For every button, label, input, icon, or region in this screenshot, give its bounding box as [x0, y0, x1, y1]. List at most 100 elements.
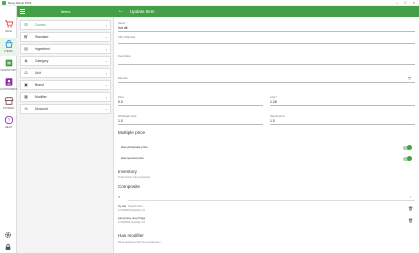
- list-item-label: Discount: [35, 107, 48, 111]
- cart-icon: [4, 20, 13, 28]
- composite-item-detail: 0.7000000 Quantity 2.0: [118, 209, 145, 212]
- wholesale-toggle-label: Has wholesale price: [121, 145, 148, 149]
- price-field[interactable]: Price 0.0: [118, 96, 263, 106]
- list-item-brand[interactable]: ▣ Brand ›: [20, 80, 111, 90]
- wholesale-price-field[interactable]: Wholesale price 1.0: [118, 115, 263, 125]
- composite-item-detail: 0.7000000 Quantity 2.0: [118, 221, 145, 224]
- list-item-standard[interactable]: 🛒︎ Standard ›: [20, 32, 111, 42]
- settings-icon[interactable]: [4, 231, 12, 239]
- rail-item-sale[interactable]: SALE: [0, 18, 17, 36]
- combo-icon: ⊞: [24, 22, 28, 27]
- toggle-knob: [406, 156, 412, 162]
- rail-item-stores[interactable]: STORES: [0, 95, 17, 113]
- composite-list-item: yang long ong bingg 0.7000000 Quantity 2…: [118, 216, 415, 227]
- list-item-label: Standard: [35, 35, 49, 39]
- list-item-label: Brand: [35, 83, 44, 87]
- list-item-label: Category: [35, 59, 49, 63]
- barcode-field[interactable]: Barcode: [118, 77, 415, 83]
- toggle-knob: [406, 145, 412, 151]
- special-price-field[interactable]: Special price 1.0: [270, 115, 415, 125]
- list-item-label: Ingredient: [35, 47, 50, 51]
- brand-icon: ▣: [24, 82, 28, 87]
- update-item-form: Name * hot dit SKU / Barcode Description…: [114, 17, 419, 253]
- delete-icon[interactable]: 🗑︎: [408, 218, 413, 223]
- form-header-title: Update Item: [130, 9, 155, 14]
- list-item-category[interactable]: ◈ Category ›: [20, 56, 111, 66]
- cost-field-value: 1.26: [270, 99, 277, 104]
- name-field[interactable]: Name * hot dit: [118, 22, 415, 32]
- list-item-modifier[interactable]: ▦ Modifier ›: [20, 92, 111, 102]
- category-list: ⊞ Combo › 🛒︎ Standard › ▤ Ingredient › ◈…: [17, 17, 114, 253]
- app-icon: [2, 0, 6, 5]
- lock-icon[interactable]: [4, 243, 12, 251]
- special-price-field-value: 1.0: [270, 118, 275, 123]
- price-field-value: 0.0: [118, 99, 123, 104]
- description-field-label: Description: [118, 55, 131, 58]
- app-window: Nexo Admin POS – □ × SALE ITEMS INVENTOR…: [0, 0, 419, 253]
- search-icon: ⌕: [118, 194, 121, 199]
- list-item-discount[interactable]: % Discount ›: [20, 104, 111, 114]
- chevron-right-icon: ›: [105, 34, 107, 40]
- delete-icon[interactable]: 🗑︎: [408, 206, 413, 211]
- unit-icon: ⚖: [24, 70, 28, 75]
- rail-label-customers: CUSTOMERS: [0, 88, 18, 91]
- composite-item-name: yang long ong bingg: [118, 216, 146, 220]
- multiple-price-heading: Multiple price: [118, 130, 146, 135]
- list-item-label: Unit: [35, 71, 41, 75]
- ingredient-icon: ▤: [24, 46, 28, 51]
- nav-rail: SALE ITEMS INVENTORY CUSTOMERS STORES ? …: [0, 6, 17, 253]
- name-field-value: hot dit: [118, 25, 128, 30]
- rail-item-help[interactable]: ? HELP: [0, 114, 17, 132]
- chevron-right-icon[interactable]: ›: [410, 194, 411, 199]
- svg-text:?: ?: [7, 118, 10, 123]
- wholesale-price-field-value: 1.0: [118, 118, 123, 123]
- cost-field[interactable]: Cost * 1.26: [270, 96, 415, 106]
- cart-small-icon: 🛒︎: [23, 34, 29, 39]
- shop-icon: [5, 39, 12, 48]
- list-item-combo[interactable]: ⊞ Combo ›: [20, 20, 111, 30]
- description-field[interactable]: Description: [118, 55, 415, 65]
- modifier-icon: ▦: [24, 94, 28, 99]
- barcode-scan-icon[interactable]: ⤧: [408, 76, 411, 81]
- form-header: ← Update Item: [114, 6, 419, 17]
- rail-item-items[interactable]: ITEMS: [0, 38, 17, 56]
- customers-icon: [5, 78, 12, 86]
- rail-label-items: ITEMS: [4, 50, 13, 53]
- rail-label-sale: SALE: [4, 30, 13, 33]
- chevron-right-icon: ›: [105, 46, 107, 52]
- rail-item-customers[interactable]: CUSTOMERS: [0, 76, 17, 94]
- store-icon: [4, 97, 13, 105]
- list-item-ingredient[interactable]: ▤ Ingredient ›: [20, 44, 111, 54]
- wholesale-price-toggle[interactable]: [403, 145, 412, 151]
- rail-item-inventory[interactable]: INVENTORY: [0, 57, 17, 75]
- chevron-right-icon: ›: [105, 70, 107, 76]
- hamburger-menu-icon[interactable]: [20, 9, 28, 14]
- chevron-right-icon: ›: [105, 106, 107, 112]
- sku-field-label: SKU / Barcode: [118, 36, 136, 39]
- rail-label-help: HELP: [4, 126, 13, 129]
- chevron-right-icon: ›: [105, 94, 107, 100]
- barcode-field-label: Barcode: [118, 77, 128, 80]
- chevron-right-icon: ›: [105, 82, 107, 88]
- minimize-icon[interactable]: –: [396, 0, 398, 6]
- composite-item-name: hy cat: [118, 204, 127, 208]
- back-arrow-icon[interactable]: ←: [118, 6, 124, 17]
- special-price-toggle[interactable]: [403, 156, 412, 162]
- special-toggle-label: Has special price: [121, 156, 144, 160]
- inventory-heading: Inventory: [118, 169, 137, 174]
- items-header: Items: [17, 6, 114, 17]
- rail-label-stores: STORES: [2, 107, 15, 110]
- modifier-hint: Show options at the time of sale item: [118, 241, 161, 244]
- list-item-label: Combo: [35, 23, 46, 27]
- items-header-title: Items: [60, 9, 71, 14]
- inventory-hint: Track stock / has composite: [118, 176, 151, 179]
- list-item-unit[interactable]: ⚖ Unit ›: [20, 68, 111, 78]
- composite-heading: Composite: [118, 184, 140, 189]
- list-item-label: Modifier: [35, 95, 47, 99]
- category-icon: ◈: [24, 58, 28, 63]
- sku-field[interactable]: SKU / Barcode: [118, 36, 415, 44]
- window-title: Nexo Admin POS: [8, 0, 32, 5]
- composite-search-input[interactable]: Search item...: [128, 194, 415, 208]
- close-icon[interactable]: ×: [413, 0, 415, 6]
- maximize-icon[interactable]: □: [404, 0, 406, 6]
